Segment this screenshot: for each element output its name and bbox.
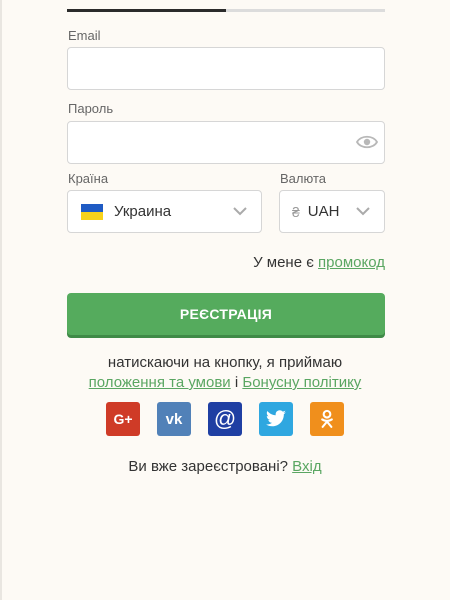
promo-code-row: У мене є промокод (253, 254, 385, 271)
terms-and-conditions-link[interactable]: положення та умови (89, 374, 231, 391)
register-button[interactable]: РЕЄСТРАЦІЯ (67, 293, 385, 335)
show-password-eye-icon[interactable] (356, 133, 378, 151)
login-prompt: Ви вже зареєстровані? Вхід (0, 458, 450, 475)
login-link[interactable]: Вхід (292, 458, 321, 475)
promo-prefix: У мене є (253, 254, 319, 271)
google-plus-button[interactable]: G+ (106, 402, 140, 436)
social-login-buttons: G+ vk @ (106, 402, 344, 436)
chevron-down-icon (233, 207, 247, 216)
chevron-down-icon (356, 207, 370, 216)
country-label: Країна (68, 171, 109, 186)
terms-notice: натискаючи на кнопку, я приймаю положенн… (0, 353, 450, 393)
currency-label: Валюта (280, 171, 326, 186)
twitter-button[interactable] (259, 402, 293, 436)
ukraine-flag-icon (81, 203, 103, 220)
progress-fill (67, 9, 226, 12)
terms-connector: і (230, 374, 243, 391)
odnoklassniki-button[interactable] (310, 402, 344, 436)
twitter-icon (266, 410, 286, 427)
country-select[interactable]: Украина (67, 190, 262, 233)
bonus-policy-link[interactable]: Бонусну політику (242, 374, 361, 391)
country-selected-value: Украина (114, 203, 172, 220)
email-label: Email (68, 28, 101, 43)
registration-progress-bar (67, 9, 385, 12)
password-label: Пароль (68, 101, 114, 116)
promo-code-link[interactable]: промокод (318, 254, 385, 271)
login-question: Ви вже зареєстровані? (128, 458, 293, 475)
odnoklassniki-icon (321, 409, 333, 428)
currency-select[interactable]: ₴ UAH (279, 190, 385, 233)
email-field[interactable] (67, 47, 385, 90)
password-field[interactable] (67, 121, 385, 164)
hryvnia-icon: ₴ (292, 203, 300, 220)
terms-text: натискаючи на кнопку, я приймаю (107, 354, 343, 371)
currency-selected-value: UAH (307, 203, 340, 220)
vk-button[interactable]: vk (157, 402, 191, 436)
mail-ru-button[interactable]: @ (208, 402, 242, 436)
page-edge (0, 0, 2, 600)
